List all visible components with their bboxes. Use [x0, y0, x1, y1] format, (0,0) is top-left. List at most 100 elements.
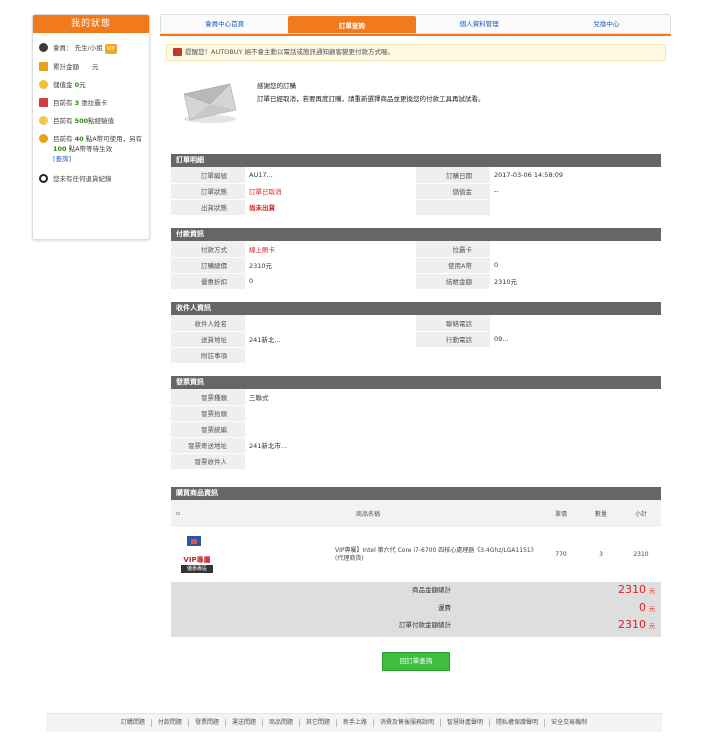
field-label: 發票統編	[171, 421, 245, 438]
table-row: 送貨地址 241新北... 行動電話 09...	[171, 331, 661, 348]
bulb-icon	[39, 116, 48, 125]
field-label: 訂單編號	[171, 167, 245, 184]
field-label: 發票收件人	[171, 453, 245, 470]
security-notice: 提醒您！AUTOBUY 絕不會主動以電話或簡訊通知顧客變更付款方式喔。	[166, 44, 666, 61]
tab-order-query[interactable]: 訂單查詢	[288, 16, 416, 33]
table-row: 出貨狀態 尚未出貨	[171, 199, 661, 216]
products-header-row: ▫ 商品名稱 單價 數量 小計	[171, 500, 661, 527]
shipping-label: 運費	[438, 604, 451, 612]
shipping-value: 0	[638, 601, 646, 614]
order-total: 2310元	[245, 257, 416, 274]
product-name[interactable]: VIP專屬】Intel 第六代 Core i7-6700 四核心處理器《3.4G…	[215, 547, 541, 563]
member-name: 先生/小姐	[74, 44, 103, 52]
col-qty: 數量	[594, 511, 607, 518]
tab-profile[interactable]: 個人資料管理	[416, 15, 543, 33]
table-row: 優惠折扣 0 結帳金額 2310元	[171, 273, 661, 290]
payment-section: 付款資訊 付款方式 線上刷卡 拉霸卡 訂購總價 2310元 使用A幣 0 優惠折…	[171, 228, 661, 290]
field-label: 發票寄送地址	[171, 437, 245, 454]
user-icon	[39, 43, 48, 52]
footer-link[interactable]: 付款問題	[152, 719, 189, 727]
field-label: 行動電話	[416, 331, 490, 348]
apoint-used: 0	[490, 257, 661, 274]
delivery-address: 241新北...	[245, 331, 416, 348]
field-label: 訂單狀態	[171, 183, 245, 200]
apoint-query-link[interactable]: [查詢]	[53, 155, 71, 163]
logo-text: VIP專屬	[183, 555, 211, 564]
section-title: 購買商品資訊	[171, 487, 661, 500]
coin-icon	[39, 80, 48, 89]
field-label: 結帳金額	[416, 273, 490, 290]
field-label: 聯絡電話	[416, 315, 490, 332]
order-number: AU17...	[245, 167, 416, 184]
footer-link[interactable]: 其它問題	[300, 719, 337, 727]
footer-link[interactable]: 智慧財產聲明	[441, 719, 491, 727]
tab-member-home[interactable]: 會員中心首頁	[161, 15, 288, 33]
table-row: 附註事項	[171, 347, 661, 364]
field-label: 付款方式	[171, 241, 245, 258]
table-row: 發票統編	[171, 421, 661, 438]
field-label: 收件人姓名	[171, 315, 245, 332]
checkout-amount: 2310元	[490, 273, 661, 290]
order-status: 訂單已取消	[245, 183, 416, 200]
invoice-title	[245, 405, 661, 422]
order-date: 2017-03-06 14:58:09	[490, 167, 661, 184]
field-label: 發票抬頭	[171, 405, 245, 422]
field-label: 送貨地址	[171, 331, 245, 348]
thanks-title: 感謝您的訂購	[257, 82, 296, 90]
footer-link[interactable]: 隱私權保護聲明	[490, 719, 546, 727]
return-record: 您未有任何退貨紀錄	[33, 174, 149, 184]
apoint-info: 目前有 40 點A幣可使用，另有 100 點A幣等待生效 [查詢]	[33, 134, 149, 164]
field-label	[416, 199, 490, 216]
logo-sub: 優惠專區	[181, 564, 213, 573]
recipient-section: 收件人資訊 收件人姓名 聯絡電話 送貨地址 241新北... 行動電話 09..…	[171, 302, 661, 364]
bonus-points: 目前有 500點經驗值	[33, 116, 149, 126]
section-title: 收件人資訊	[171, 302, 661, 315]
recipient-phone	[490, 315, 661, 332]
section-title: 訂單明細	[171, 154, 661, 167]
product-subtotal: 2310	[633, 551, 649, 558]
tab-redeem-center[interactable]: 兌換中心	[543, 15, 670, 33]
footer-link[interactable]: 發票問題	[189, 719, 226, 727]
stored-value-used: --	[490, 183, 661, 200]
col-name: 商品名稱	[355, 511, 380, 518]
money-icon	[39, 62, 48, 71]
table-row: 訂購總價 2310元 使用A幣 0	[171, 257, 661, 274]
products-section: 購買商品資訊 ▫ 商品名稱 單價 數量 小計 VIP專屬 優惠專區 VIP專屬】…	[171, 487, 661, 637]
shipping-status: 尚未出貨	[245, 199, 416, 216]
footer-link[interactable]: 消費及售後服務說明	[374, 719, 442, 727]
member-info: 會員： 先生/小姐 VIP	[33, 43, 149, 54]
field-label: 使用A幣	[416, 257, 490, 274]
product-price: 770	[555, 551, 567, 558]
field-label: 訂購總價	[171, 257, 245, 274]
section-title: 付款資訊	[171, 228, 661, 241]
card-icon	[39, 98, 48, 107]
footer-link[interactable]: 訂購問題	[115, 719, 152, 727]
vip-badge: VIP	[104, 44, 117, 54]
table-row: 發票寄送地址 241新北市...	[171, 437, 661, 454]
table-row: 發票種類 三聯式	[171, 389, 661, 406]
order-message: 感謝您的訂購 訂單已經取消，若要再度訂購，請重新選擇商品並更換您的付款工具再試試…	[257, 80, 485, 106]
coupon-count: 目前有 3 張拉霸卡	[33, 98, 149, 108]
recipient-name	[245, 315, 416, 332]
col-price: 單價	[554, 511, 567, 518]
product-qty: 3	[599, 551, 603, 558]
footer-link[interactable]: 商品問題	[263, 719, 300, 727]
order-detail-section: 訂單明細 訂單編號 AU17... 訂購日期 2017-03-06 14:58:…	[171, 154, 661, 216]
discount: 0	[245, 273, 416, 290]
pay-total-label: 訂單付款金額總計	[399, 621, 451, 629]
footer-link[interactable]: 安全交易機制	[545, 719, 593, 727]
footer-link[interactable]: 新手上路	[337, 719, 375, 727]
product-logo[interactable]: VIP專屬 優惠專區	[177, 534, 215, 576]
clock-icon	[39, 174, 48, 183]
field-label: 儲值金	[416, 183, 490, 200]
stored-value: 儲值金 0元	[33, 80, 149, 90]
payment-method: 線上刷卡	[245, 241, 416, 258]
medal-icon	[39, 134, 48, 143]
section-title: 發票資訊	[171, 376, 661, 389]
field-label: 附註事項	[171, 347, 245, 364]
invoice-address: 241新北市...	[245, 437, 661, 454]
footer-link[interactable]: 運送問題	[226, 719, 263, 727]
table-row: 發票收件人	[171, 453, 661, 470]
tab-underline	[160, 34, 671, 36]
back-to-order-query-button[interactable]: 回訂單查詢	[382, 652, 450, 671]
